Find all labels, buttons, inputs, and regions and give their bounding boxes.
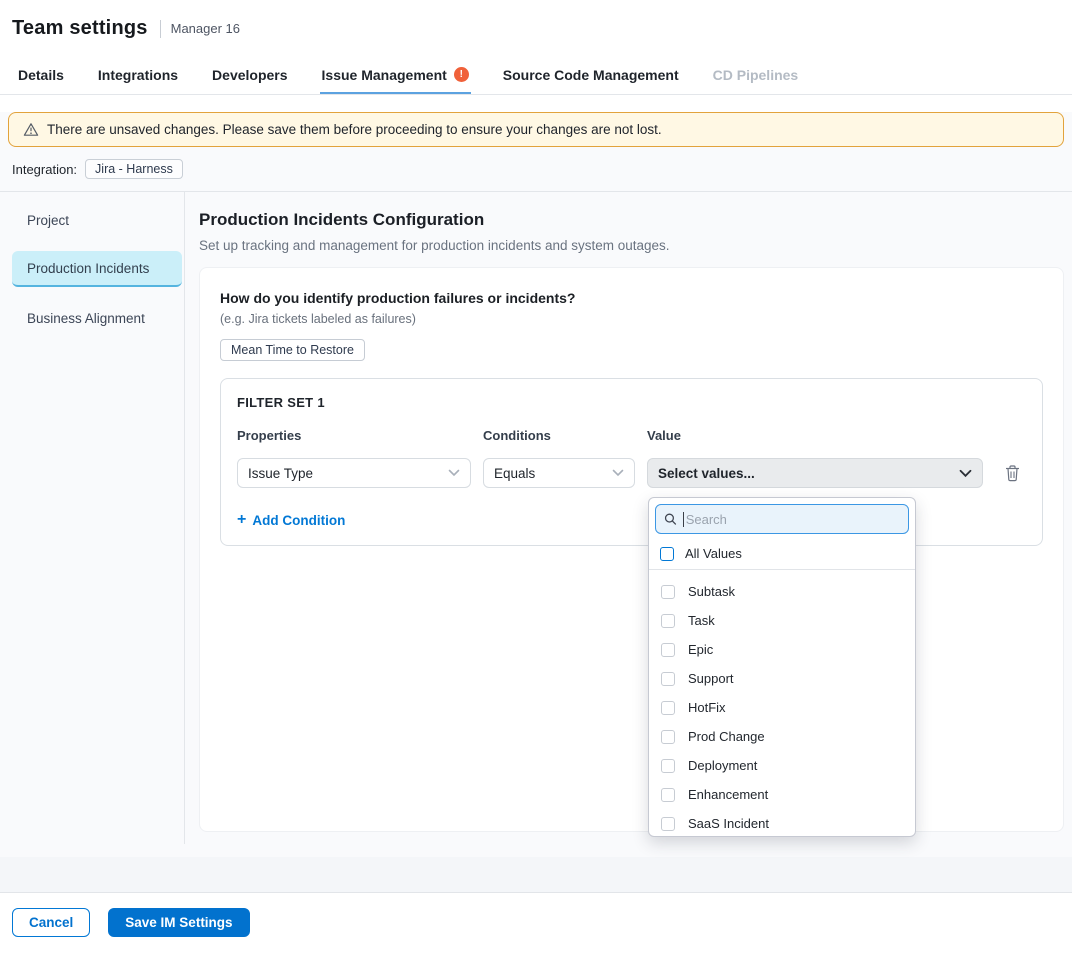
option-label: All Values [685,546,742,561]
integration-row: Integration: Jira - Harness [12,159,1072,179]
option-epic[interactable]: Epic [649,635,915,664]
value-dropdown-panel: All Values Subtask Task Epic Support Hot… [648,497,916,837]
checkbox-icon[interactable] [661,701,675,715]
chevron-down-icon [448,469,460,477]
cancel-button[interactable]: Cancel [12,908,90,937]
properties-select[interactable]: Issue Type [237,458,471,488]
metric-chip-mean-time-to-restore[interactable]: Mean Time to Restore [220,339,365,361]
checkbox-all-values[interactable] [660,547,674,561]
filter-set-title: FILTER SET 1 [237,395,1026,410]
option-prod-change[interactable]: Prod Change [649,722,915,751]
value-select-placeholder: Select values... [658,466,755,481]
banner-text: There are unsaved changes. Please save t… [47,122,662,137]
tab-details[interactable]: Details [16,57,66,94]
option-task[interactable]: Task [649,606,915,635]
settings-sidebar: Project Production Incidents Business Al… [0,192,185,844]
section-title: Production Incidents Configuration [199,210,1064,230]
unsaved-changes-banner: There are unsaved changes. Please save t… [8,112,1064,147]
footer-band [0,857,1072,893]
column-header-properties: Properties [237,428,471,443]
tab-issue-management[interactable]: Issue Management ! [320,57,471,94]
option-subtask[interactable]: Subtask [649,577,915,606]
checkbox-icon[interactable] [661,730,675,744]
integration-label: Integration: [12,162,77,177]
save-im-settings-button[interactable]: Save IM Settings [108,908,249,937]
team-name-label: Manager 16 [171,21,240,36]
conditions-select-value: Equals [494,466,535,481]
configuration-card: How do you identify production failures … [199,267,1064,832]
integration-chip[interactable]: Jira - Harness [85,159,183,179]
tab-developers[interactable]: Developers [210,57,289,94]
filter-condition-row: Issue Type Equals Select values... [237,458,1026,488]
main-panel: Production Incidents Configuration Set u… [185,192,1072,844]
question-hint: (e.g. Jira tickets labeled as failures) [220,312,1043,326]
option-deployment[interactable]: Deployment [649,751,915,780]
content-area: Project Production Incidents Business Al… [0,191,1072,844]
sidebar-item-production-incidents[interactable]: Production Incidents [12,251,182,287]
search-input[interactable] [686,512,900,527]
page-body: There are unsaved changes. Please save t… [0,112,1072,893]
chevron-down-icon [959,469,972,478]
properties-select-value: Issue Type [248,466,313,481]
option-hotfix[interactable]: HotFix [649,693,915,722]
filter-set-box: FILTER SET 1 Properties Conditions Value… [220,378,1043,546]
page-header: Team settings Manager 16 [0,0,1072,57]
add-condition-button[interactable]: + Add Condition [237,512,345,528]
section-subtitle: Set up tracking and management for produ… [199,238,1064,253]
footer-action-bar: Cancel Save IM Settings [0,893,1072,951]
footer-spacer [0,844,1072,857]
checkbox-icon[interactable] [661,817,675,831]
column-header-conditions: Conditions [483,428,635,443]
delete-condition-button[interactable] [1005,465,1020,482]
sidebar-item-project[interactable]: Project [0,202,184,238]
title-divider [160,20,161,38]
chevron-down-icon [612,469,624,477]
trash-icon [1005,465,1020,482]
checkbox-icon[interactable] [661,643,675,657]
text-caret [683,512,684,527]
search-icon [664,512,677,526]
question-heading: How do you identify production failures … [220,290,1043,306]
checkbox-icon[interactable] [661,672,675,686]
tab-bar: Details Integrations Developers Issue Ma… [0,57,1072,95]
option-enhancement[interactable]: Enhancement [649,780,915,809]
dropdown-search-box[interactable] [655,504,909,534]
tab-source-code-management[interactable]: Source Code Management [501,57,681,94]
option-all-values[interactable]: All Values [649,540,915,570]
option-support[interactable]: Support [649,664,915,693]
unsaved-warning-badge-icon: ! [454,67,469,82]
plus-icon: + [237,512,246,528]
dropdown-options-list: Subtask Task Epic Support HotFix Prod Ch… [649,570,915,837]
add-condition-label: Add Condition [252,513,345,528]
tab-cd-pipelines: CD Pipelines [711,57,801,94]
sidebar-item-business-alignment[interactable]: Business Alignment [0,300,184,336]
option-saas-incident[interactable]: SaaS Incident [649,809,915,837]
page-title: Team settings [12,17,148,40]
checkbox-icon[interactable] [661,788,675,802]
checkbox-icon[interactable] [661,759,675,773]
filter-column-headers: Properties Conditions Value [237,428,1026,443]
checkbox-icon[interactable] [661,614,675,628]
tab-integrations[interactable]: Integrations [96,57,180,94]
conditions-select[interactable]: Equals [483,458,635,488]
checkbox-icon[interactable] [661,585,675,599]
column-header-value: Value [647,428,983,443]
warning-triangle-icon [23,122,39,137]
value-multiselect[interactable]: Select values... [647,458,983,488]
